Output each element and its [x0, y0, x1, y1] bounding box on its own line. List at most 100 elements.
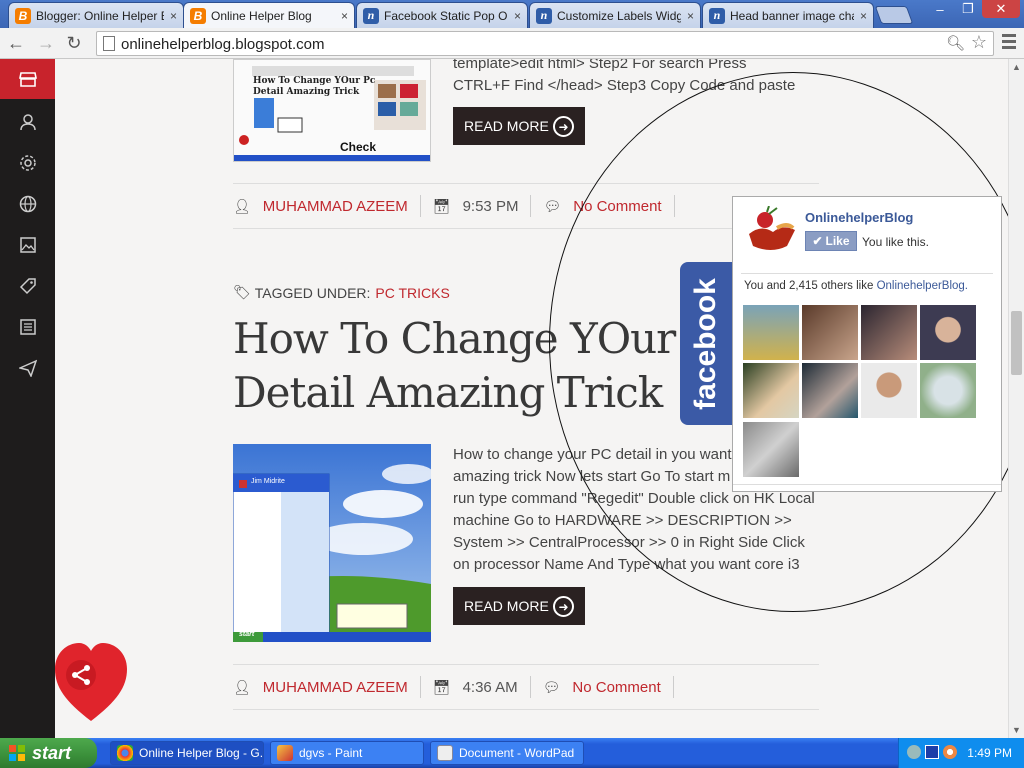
likers-page-link[interactable]: OnlinehelperBlog. — [877, 280, 968, 292]
comments-link[interactable]: No Comment — [572, 679, 660, 696]
like-button[interactable]: ✔ Like — [805, 231, 857, 251]
share-heart-button[interactable] — [55, 639, 127, 729]
store-icon[interactable] — [0, 59, 55, 99]
thumbnail-start: start — [239, 631, 255, 638]
scroll-up-icon[interactable]: ▲ — [1012, 62, 1021, 72]
tab-label: Customize Labels Widget — [557, 8, 681, 23]
thumbnail-user: Jim Midrite — [251, 478, 285, 485]
facebook-tab-label: facebook — [689, 278, 722, 410]
page-logo[interactable] — [743, 205, 798, 258]
globe-icon[interactable] — [0, 184, 55, 224]
tab-online-helper-blog[interactable]: B Online Helper Blog × — [183, 2, 355, 29]
browser-toolbar: ← → ↻ onlinehelperblog.blogspot.com 🔍︎ ☆ — [0, 28, 1024, 59]
back-arrow-icon[interactable]: ← — [4, 32, 28, 54]
tab-head-banner-image[interactable]: n Head banner image chan × — [702, 2, 874, 28]
n-logo-icon: n — [363, 7, 379, 24]
liker-avatar[interactable] — [861, 305, 917, 360]
monitor-icon[interactable] — [925, 745, 939, 759]
tab-facebook-static-pop-out[interactable]: n Facebook Static Pop Out × — [356, 2, 528, 28]
start-label: start — [32, 742, 72, 763]
address-url[interactable]: onlinehelperblog.blogspot.com — [121, 36, 324, 53]
liker-avatar[interactable] — [920, 305, 976, 360]
post-thumbnail[interactable]: Jim Midrite start — [233, 444, 431, 642]
author-link[interactable]: MUHAMMAD AZEEM — [263, 198, 408, 215]
liker-avatar[interactable] — [861, 363, 917, 418]
taskbar-item-paint[interactable]: dgvs - Paint — [270, 741, 424, 765]
separator — [529, 676, 531, 698]
scrollbar-thumb[interactable] — [1011, 311, 1022, 375]
liker-avatar[interactable] — [743, 305, 799, 360]
liker-avatar[interactable] — [743, 363, 799, 418]
comment-icon: 💬︎ — [543, 197, 562, 214]
liker-avatar[interactable] — [920, 363, 976, 418]
comment-icon: 💬︎ — [542, 678, 561, 695]
checkmark-icon: ✔ — [812, 234, 823, 248]
tab-close-icon[interactable]: × — [860, 9, 867, 23]
tab-close-icon[interactable]: × — [514, 9, 521, 23]
post-time: 4:36 AM — [462, 678, 518, 696]
post-thumbnail[interactable]: How To Change YOur Pc Detail Amazing Tri… — [233, 59, 431, 162]
liker-avatar[interactable] — [802, 305, 858, 360]
start-button[interactable]: start — [0, 738, 97, 768]
minimize-window-icon[interactable]: – — [926, 0, 954, 18]
sidebar-nav — [0, 59, 55, 738]
browser-tab-strip: B Blogger: Online Helper Bl × B Online H… — [0, 0, 1024, 29]
send-icon[interactable] — [0, 348, 55, 388]
chrome-tray-icon[interactable] — [943, 745, 957, 759]
page-scrollbar[interactable]: ▲ ▼ — [1008, 59, 1024, 738]
blogger-icon: B — [15, 7, 31, 24]
tag-link[interactable]: PC TRICKS — [375, 285, 449, 301]
liker-avatar[interactable] — [743, 422, 799, 477]
clock[interactable]: 1:49 PM — [967, 746, 1012, 760]
forward-arrow-icon[interactable]: → — [34, 32, 58, 54]
tab-close-icon[interactable]: × — [687, 9, 694, 23]
tag-icon[interactable] — [0, 266, 55, 306]
restore-window-icon[interactable]: ❐ — [954, 0, 982, 18]
chrome-menu-icon[interactable] — [1002, 34, 1016, 50]
network-icon[interactable] — [907, 745, 921, 759]
separator — [530, 195, 532, 217]
image-icon[interactable] — [0, 225, 55, 265]
reload-icon[interactable]: ↻ — [62, 32, 86, 54]
arrow-right-icon: ➜ — [553, 116, 574, 137]
taskbar-item-chrome[interactable]: Online Helper Blog - G... — [110, 741, 264, 765]
tab-close-icon[interactable]: × — [170, 9, 177, 23]
tab-label: Head banner image chan — [730, 8, 854, 23]
blog-page: How To Change YOur Pc Detail Amazing Tri… — [0, 59, 1008, 738]
new-tab-button[interactable] — [874, 6, 914, 24]
system-tray: 1:49 PM — [898, 738, 1024, 768]
tab-close-icon[interactable]: × — [341, 9, 348, 23]
page-name-link[interactable]: OnlinehelperBlog — [805, 210, 913, 225]
calendar-icon: 📅︎ — [432, 197, 451, 214]
windows-flag-icon — [9, 745, 25, 761]
bookmark-star-icon[interactable]: ☆ — [971, 32, 987, 53]
windows-taskbar: start Online Helper Blog - G... dgvs - P… — [0, 738, 1024, 768]
close-window-icon[interactable]: ✕ — [982, 0, 1020, 18]
scroll-down-icon[interactable]: ▼ — [1012, 725, 1021, 735]
taskbar-item-label: dgvs - Paint — [299, 746, 363, 760]
thumbnail-title: How To Change YOur Pc Detail Amazing Tri… — [253, 76, 376, 97]
newspaper-icon[interactable] — [0, 307, 55, 347]
paint-icon — [277, 745, 293, 761]
taskbar-item-label: Online Helper Blog - G... — [139, 746, 264, 760]
author-link[interactable]: MUHAMMAD AZEEM — [263, 679, 408, 696]
wordpad-icon — [437, 745, 453, 761]
facebook-tab[interactable]: facebook — [680, 262, 732, 425]
facebook-like-box: OnlinehelperBlog ✔ Like You like this. Y… — [732, 196, 1002, 492]
likers-text: You and 2,415 others like — [744, 280, 874, 292]
zoom-icon[interactable]: 🔍︎ — [946, 34, 965, 52]
tags-icon: 🏷︎ — [233, 284, 251, 300]
separator — [419, 195, 421, 217]
taskbar-item-wordpad[interactable]: Document - WordPad — [430, 741, 584, 765]
user-icon[interactable] — [0, 102, 55, 142]
gear-icon[interactable] — [0, 143, 55, 183]
read-more-button[interactable]: READ MORE ➜ — [453, 107, 585, 145]
liker-avatar[interactable] — [802, 363, 858, 418]
tab-customize-labels-widget[interactable]: n Customize Labels Widget × — [529, 2, 701, 28]
taskbar-item-label: Document - WordPad — [459, 746, 575, 760]
address-bar[interactable]: onlinehelperblog.blogspot.com 🔍︎ ☆ — [96, 31, 994, 56]
read-more-label: READ MORE — [464, 598, 549, 614]
post-time: 9:53 PM — [462, 197, 519, 215]
tab-blogger-dashboard[interactable]: B Blogger: Online Helper Bl × — [8, 2, 184, 28]
read-more-button[interactable]: READ MORE ➜ — [453, 587, 585, 625]
